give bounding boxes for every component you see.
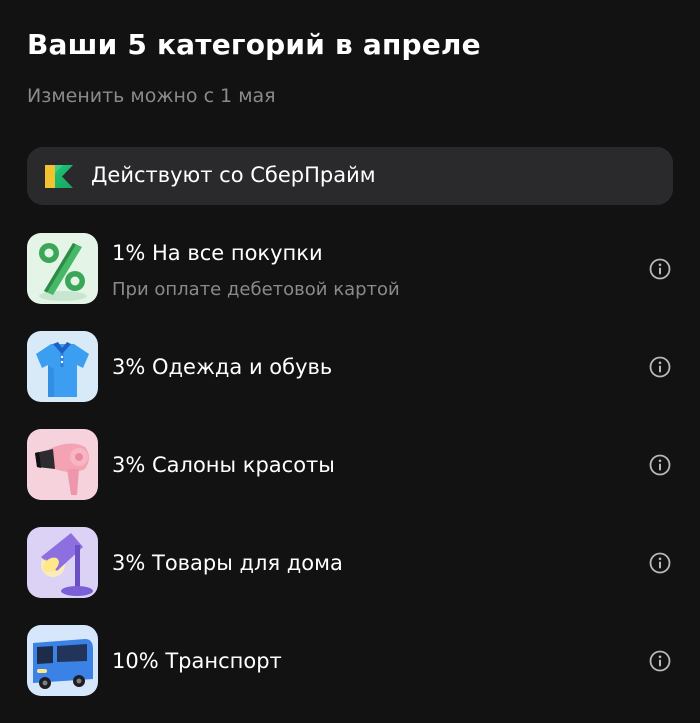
category-list: 1% На все покупки При оплате дебетовой к… [0, 0, 700, 723]
category-title: 10% Транспорт [112, 649, 282, 673]
info-icon[interactable] [649, 454, 671, 476]
category-title: 3% Одежда и обувь [112, 355, 333, 379]
info-icon[interactable] [649, 258, 671, 280]
category-title: 3% Салоны красоты [112, 453, 335, 477]
info-icon[interactable] [649, 552, 671, 574]
category-item-home-goods[interactable]: 3% Товары для дома [0, 527, 700, 607]
desk-lamp-icon [27, 527, 98, 598]
category-item-transport[interactable]: 10% Транспорт [0, 625, 700, 705]
info-icon[interactable] [649, 356, 671, 378]
hair-dryer-icon [27, 429, 98, 500]
category-item-clothes[interactable]: 3% Одежда и обувь [0, 331, 700, 411]
category-item-beauty-salons[interactable]: 3% Салоны красоты [0, 429, 700, 509]
info-icon[interactable] [649, 650, 671, 672]
percent-icon [27, 233, 98, 304]
category-item-all-purchases[interactable]: 1% На все покупки При оплате дебетовой к… [0, 233, 700, 313]
polo-shirt-icon [27, 331, 98, 402]
bus-icon [27, 625, 98, 696]
category-title: 3% Товары для дома [112, 551, 343, 575]
category-subtitle: При оплате дебетовой картой [112, 279, 400, 300]
category-title: 1% На все покупки [112, 241, 323, 265]
